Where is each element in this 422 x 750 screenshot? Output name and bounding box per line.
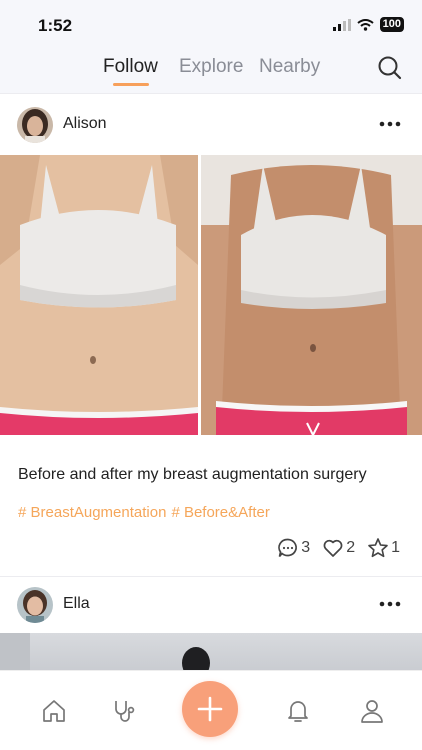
nav-doctors[interactable] [110,697,138,725]
status-bar: 1:52 100 [0,0,422,48]
like-button[interactable]: 2 [322,537,355,559]
profile-icon [361,700,383,723]
heart-icon [323,539,343,557]
active-tab-indicator [113,83,149,86]
avatar[interactable] [17,107,53,143]
bottom-nav [0,670,422,750]
post-author-name[interactable]: Ella [63,595,90,613]
status-icons: 100 [332,17,404,32]
search-button[interactable] [376,54,404,82]
avatar[interactable] [17,587,53,623]
comment-icon [278,538,298,558]
like-count: 2 [346,539,356,556]
tab-nearby[interactable]: Nearby [259,56,320,78]
bell-icon [288,701,308,722]
star-icon [368,538,388,558]
status-time: 1:52 [38,16,73,35]
search-icon [378,56,402,80]
comment-count: 3 [301,539,311,556]
top-nav: Follow Explore Nearby [0,48,422,94]
cellular-signal-icon [332,18,351,31]
nav-notifications[interactable] [284,697,312,725]
nav-home[interactable] [40,697,68,725]
more-options-button[interactable] [378,116,402,132]
stethoscope-icon [115,701,135,722]
post-header: Alison [0,96,422,154]
wifi-icon [357,18,374,31]
post-caption: Before and after my breast augmentation … [18,466,367,483]
more-options-button[interactable] [378,596,402,612]
create-post-button[interactable] [182,681,238,737]
hashtag-link[interactable]: # Before&After [171,504,269,521]
post-hashtags: # BreastAugmentation # Before&After [18,504,275,521]
tab-explore[interactable]: Explore [179,56,243,78]
comment-button[interactable]: 3 [277,537,310,559]
nav-profile[interactable] [358,697,386,725]
post-header: Ella [0,576,422,634]
plus-icon [197,696,223,722]
favorite-count: 1 [391,539,400,556]
post-actions: 3 2 1 [277,537,400,559]
favorite-button[interactable]: 1 [367,537,400,559]
home-icon [43,700,65,722]
after-photo[interactable] [201,155,422,435]
post-author-name[interactable]: Alison [63,115,107,133]
tab-follow[interactable]: Follow [103,56,158,78]
hashtag-link[interactable]: # BreastAugmentation [18,504,166,521]
before-photo[interactable] [0,155,198,435]
post-photo[interactable] [0,633,422,671]
battery-indicator: 100 [379,17,404,32]
more-horizontal-icon [379,601,401,607]
more-horizontal-icon [379,121,401,127]
